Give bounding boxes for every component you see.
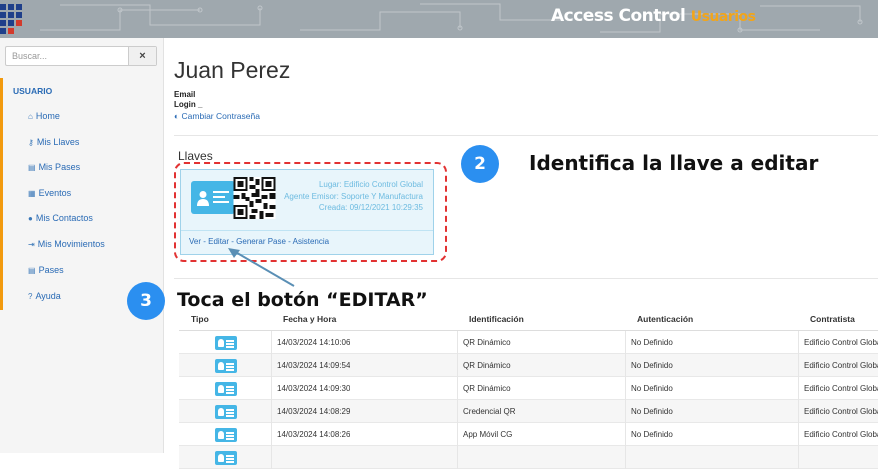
cell-fecha: 14/03/2024 14:10:06 [277,338,351,347]
table-row[interactable]: 14/03/2024 14:08:29 Credencial QR No Def… [179,400,878,423]
cell-autenticacion: No Definido [631,361,673,370]
key-card: Lugar: Edificio Control Global Agente Em… [180,169,434,255]
id-card-icon [215,359,237,373]
top-bar: Access Control Usuarios [0,0,878,38]
sidebar-item-mis-llaves[interactable]: ⚷ Mis Llaves [28,137,79,147]
table-row[interactable]: 14/03/2024 14:10:06 QR Dinámico No Defin… [179,331,878,354]
card-divider [181,230,433,231]
shield-icon: ◐ [174,111,180,121]
table-row[interactable]: 14/03/2024 14:08:26 App Móvil CG No Defi… [179,423,878,446]
cell-identificacion: QR Dinámico [463,361,511,370]
cell-autenticacion: No Definido [631,430,673,439]
key-creada: Creada: 09/12/2021 10:29:35 [318,203,423,212]
cell-contratista: Edificio Control Global [804,361,878,370]
arrow-icon [228,248,295,287]
sidebar: × USUARIO ⌂Home ⚷Mis Llaves ▤Mis Pases ▦… [0,38,164,453]
user-name: Juan Perez [174,57,291,83]
email-label: Email [174,90,196,99]
sidebar-item-label: Mis Movimientos [37,239,105,249]
callout-text-2: Identifica la llave a editar [529,151,819,175]
col-header-autenticacion: Autenticación [637,314,694,324]
cell-contratista: Edificio Control Global [804,384,878,393]
cell-autenticacion: No Definido [631,338,673,347]
sidebar-item-mis-movimientos[interactable]: ⇥ Mis Movimientos [28,239,105,249]
cell-autenticacion: No Definido [631,407,673,416]
sign-in-icon: ⇥ [28,240,35,249]
sidebar-item-label: Home [35,111,60,121]
login-label: Login _ [174,100,203,109]
sidebar-item-label: Mis Pases [38,162,81,172]
app-brand: Access Control Usuarios [551,6,756,26]
callout-badge-3: 3 [127,282,165,320]
sidebar-item-home[interactable]: ⌂ Home [28,111,60,121]
brand-sub: Usuarios [690,9,756,25]
cell-autenticacion: No Definido [631,384,673,393]
col-header-fecha: Fecha y Hora [283,314,337,324]
keys-title: Llaves [178,149,213,163]
sidebar-item-label: Pases [38,265,64,275]
sidebar-item-label: Ayuda [35,291,61,301]
calendar-icon: ▦ [28,189,36,198]
sidebar-item-label: Eventos [38,188,72,198]
table-row[interactable]: 14/03/2024 14:09:54 QR Dinámico No Defin… [179,354,878,377]
col-header-contratista: Contratista [810,314,855,324]
callout-text-3: Toca el botón “EDITAR” [177,289,428,311]
sidebar-menu: USUARIO ⌂ Home ⚷ Mis Llaves ▤ Mis Pases ▦ Ev… [0,78,164,310]
id-card-icon [191,181,235,214]
home-icon: ⌂ [28,112,33,121]
question-icon: ? [28,292,33,301]
sidebar-item-label: Mis Contactos [35,213,93,223]
key-info: Lugar: Edificio Control Global Agente Em… [284,179,423,214]
callout-badge-2: 2 [461,145,499,183]
key-lugar: Lugar: Edificio Control Global [318,180,423,189]
col-header-identificacion: Identificación [469,314,524,324]
cell-identificacion: App Móvil CG [463,430,513,439]
cell-identificacion: QR Dinámico [463,384,511,393]
sidebar-item-mis-pases[interactable]: ▤ Mis Pases [28,162,80,172]
change-password-label: Cambiar Contraseña [181,111,260,121]
id-card-icon [215,382,237,396]
table-row[interactable]: 14/03/2024 14:09:30 QR Dinámico No Defin… [179,377,878,400]
key-icon: ⚷ [28,138,34,147]
cell-identificacion: Credencial QR [463,407,516,416]
id-card-icon [215,336,237,350]
change-password-link[interactable]: ◐ Cambiar Contraseña [174,111,260,121]
id-card-icon [215,428,237,442]
sidebar-section-title: USUARIO [13,86,53,96]
qr-code-icon [233,177,276,219]
sidebar-item-label: Mis Llaves [36,137,80,147]
sidebar-item-ayuda[interactable]: ? Ayuda [28,291,61,301]
cell-contratista: Edificio Control Global [804,407,878,416]
cell-contratista: Edificio Control Global [804,338,878,347]
pass-icon: ▤ [28,266,36,275]
brand-main: Access Control [551,6,686,26]
divider [174,135,878,136]
search-box: × [5,46,157,66]
logo-icon [0,4,24,34]
cell-fecha: 14/03/2024 14:08:26 [277,430,351,439]
cell-fecha: 14/03/2024 14:08:29 [277,407,351,416]
cell-fecha: 14/03/2024 14:09:54 [277,361,351,370]
sidebar-item-mis-contactos[interactable]: ● Mis Contactos [28,213,93,223]
sidebar-item-eventos[interactable]: ▦ Eventos [28,188,71,198]
cell-contratista: Edificio Control Global [804,430,878,439]
id-card-icon: ▤ [28,163,36,172]
search-input[interactable] [6,47,130,65]
sidebar-item-pases[interactable]: ▤ Pases [28,265,64,275]
key-agente: Agente Emisor: Soporte Y Manufactura [284,191,423,201]
id-card-icon [215,405,237,419]
cell-fecha: 14/03/2024 14:09:30 [277,384,351,393]
table-row[interactable] [179,446,878,469]
col-header-tipo: Tipo [191,314,209,324]
clear-search-button[interactable]: × [128,47,156,65]
ver-link[interactable]: Ver [189,237,201,246]
user-icon: ● [28,214,33,223]
cell-identificacion: QR Dinámico [463,338,511,347]
id-card-icon [215,451,237,465]
